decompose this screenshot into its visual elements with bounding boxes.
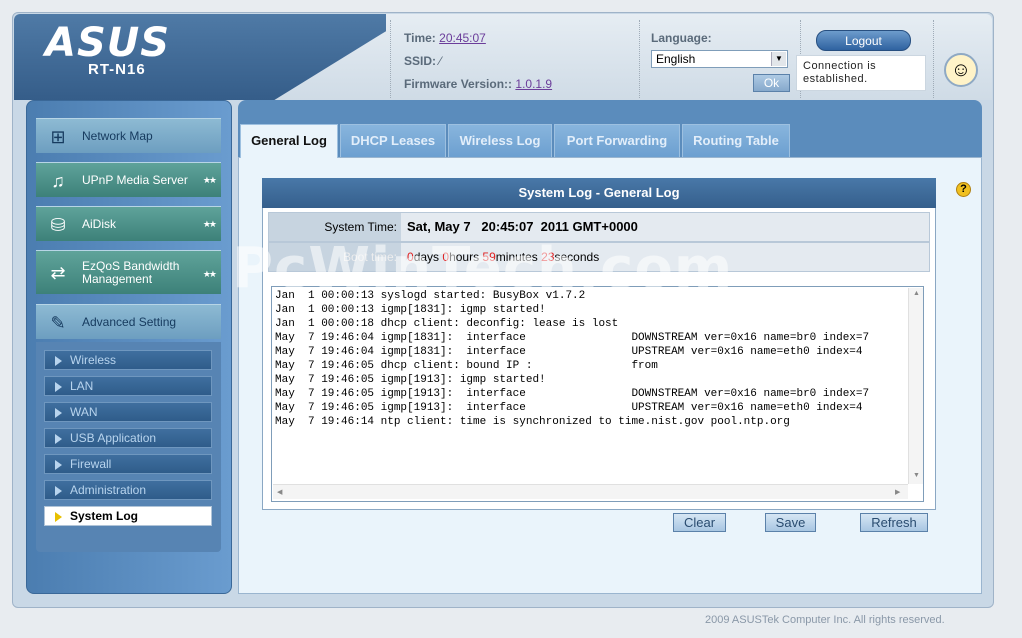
sidebar-item-network-map[interactable]: ⊞ Network Map	[36, 118, 221, 153]
arrow-right-icon	[55, 408, 62, 418]
submenu-label: WAN	[70, 405, 98, 419]
connection-status: Connection is established.	[796, 55, 926, 91]
sidebar-item-label: Advanced Setting	[82, 315, 177, 329]
firmware-label: Firmware Version::	[404, 77, 513, 91]
boot-seconds: 23	[541, 250, 555, 264]
sidebar-item-advanced-setting[interactable]: ✎ Advanced Setting	[36, 304, 221, 339]
firmware-link[interactable]: 1.0.1.9	[515, 77, 552, 91]
boot-seconds-unit: seconds	[554, 250, 600, 264]
stars-icon: ★★	[202, 269, 217, 279]
tab-port-forwarding[interactable]: Port Forwarding	[554, 124, 680, 157]
arrow-right-icon	[55, 382, 62, 392]
boot-minutes: 59	[482, 250, 496, 264]
sidebar-item-aidisk[interactable]: ⛁ AiDisk ★★	[36, 206, 221, 241]
submenu-label: System Log	[70, 509, 139, 523]
tab-wireless-log[interactable]: Wireless Log	[448, 124, 552, 157]
arrow-right-icon	[55, 460, 62, 470]
submenu-item-wan[interactable]: WAN	[44, 402, 212, 422]
boot-days: 0	[407, 250, 414, 264]
submenu-label: LAN	[70, 379, 94, 393]
model-name: RT-N16	[88, 61, 146, 78]
submenu-label: USB Application	[70, 431, 157, 445]
sidebar-item-label: UPnP Media Server	[82, 173, 188, 187]
scroll-down-icon[interactable]: ▼	[913, 472, 920, 479]
aidisk-icon: ⛁	[50, 215, 66, 235]
vertical-scrollbar[interactable]: ▲ ▼	[908, 288, 923, 484]
mascot-icon: ☺	[944, 53, 978, 87]
chevron-down-icon[interactable]: ▼	[771, 52, 786, 66]
footer-copyright: 2009 ASUSTek Computer Inc. All rights re…	[705, 614, 945, 626]
asus-logo: ASUS	[45, 20, 171, 66]
system-time-row: System Time: Sat, May 7 20:45:07 2011 GM…	[268, 212, 930, 242]
sidebar-item-upnp-media-server[interactable]: ♫ UPnP Media Server ★★	[36, 162, 221, 197]
logout-button[interactable]: Logout	[816, 30, 911, 51]
sidebar-item-ezqos[interactable]: ⇄ EzQoS Bandwidth Management ★★	[36, 250, 221, 294]
sidebar-item-label: Network Map	[82, 129, 153, 143]
clear-button[interactable]: Clear	[673, 513, 726, 532]
language-label: Language:	[651, 31, 712, 45]
scroll-right-icon[interactable]: ▶	[895, 488, 900, 496]
firmware-info: Firmware Version:: 1.0.1.9	[404, 77, 552, 91]
time-label: Time:	[404, 31, 436, 45]
refresh-button[interactable]: Refresh	[860, 513, 928, 532]
time-link[interactable]: 20:45:07	[439, 31, 486, 45]
stars-icon: ★★	[202, 219, 217, 229]
header-divider	[639, 20, 640, 98]
network-map-icon: ⊞	[50, 127, 66, 147]
ok-button[interactable]: Ok	[753, 74, 790, 92]
panel-title: System Log - General Log	[262, 178, 936, 208]
ssid-label: SSID:	[404, 54, 437, 68]
submenu-item-administration[interactable]: Administration	[44, 480, 212, 500]
arrow-right-icon	[55, 434, 62, 444]
ssid-info: SSID: ⁄	[404, 54, 441, 68]
help-icon[interactable]: ?	[956, 182, 971, 197]
arrow-right-icon	[55, 512, 62, 522]
boot-time-row: Boot time: 0days 0hours 59minutes 23seco…	[268, 242, 930, 272]
time-info: Time: 20:45:07	[404, 31, 486, 45]
boot-minutes-unit: minutes	[495, 250, 542, 264]
arrow-right-icon	[55, 486, 62, 496]
media-server-icon: ♫	[51, 171, 65, 191]
arrow-right-icon	[55, 356, 62, 366]
submenu-item-system-log[interactable]: System Log	[44, 506, 212, 526]
horizontal-scrollbar[interactable]: ◀ ▶	[273, 484, 908, 499]
boot-time-label: Boot time:	[269, 243, 401, 271]
tab-routing-table[interactable]: Routing Table	[682, 124, 790, 157]
submenu-item-usb-application[interactable]: USB Application	[44, 428, 212, 448]
qos-icon: ⇄	[50, 263, 66, 283]
log-content: Jan 1 00:00:13 syslogd started: BusyBox …	[275, 290, 870, 428]
submenu-label: Firewall	[70, 457, 112, 471]
tab-general-log[interactable]: General Log	[240, 124, 338, 158]
scroll-left-icon[interactable]: ◀	[277, 488, 282, 496]
wrench-icon: ✎	[50, 313, 66, 333]
scroll-up-icon[interactable]: ▲	[913, 290, 920, 297]
sidebar-item-label: EzQoS Bandwidth Management	[82, 258, 180, 286]
language-select[interactable]: English	[651, 50, 788, 68]
submenu-item-firewall[interactable]: Firewall	[44, 454, 212, 474]
submenu-label: Administration	[70, 483, 147, 497]
boot-time-value: 0days 0hours 59minutes 23seconds	[401, 243, 929, 271]
ssid-value: ⁄	[439, 54, 442, 68]
submenu-label: Wireless	[70, 353, 117, 367]
stars-icon: ★★	[202, 175, 217, 185]
boot-days-unit: days	[413, 250, 443, 264]
tab-dhcp-leases[interactable]: DHCP Leases	[340, 124, 446, 157]
header-divider	[390, 20, 391, 98]
system-time-label: System Time:	[269, 213, 401, 241]
boot-hours-unit: hours	[449, 250, 483, 264]
sidebar-item-label: AiDisk	[82, 217, 117, 231]
save-button[interactable]: Save	[765, 513, 816, 532]
submenu-item-lan[interactable]: LAN	[44, 376, 212, 396]
system-time-value: Sat, May 7 20:45:07 2011 GMT+0000	[401, 213, 929, 241]
header-divider	[933, 20, 934, 98]
submenu-item-wireless[interactable]: Wireless	[44, 350, 212, 370]
